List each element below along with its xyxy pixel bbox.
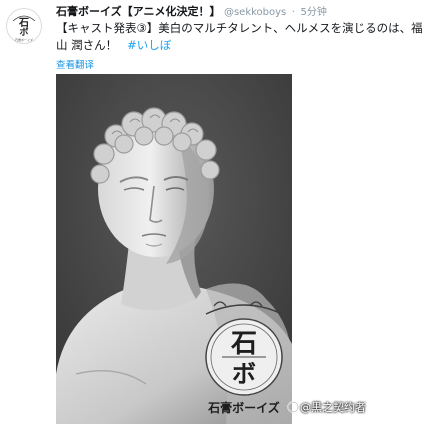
emblem-bottom-glyph: ボ [232, 359, 256, 388]
emblem-top-glyph: 石 [230, 329, 257, 359]
image-watermark: @黒之契约者 [300, 401, 366, 414]
weibo-watermark-icon [287, 401, 299, 413]
user-handle[interactable]: @sekkoboys [224, 7, 286, 18]
tweet-card: 石 ボ 石膏ボーイズ 石膏ボーイズ【アニメ化決定！】 @sekkoboys · … [0, 0, 440, 424]
hashtag-link[interactable]: #いしぼ [127, 38, 171, 52]
translate-link[interactable]: 查看翻译 [56, 57, 94, 71]
tweet-text: 【キャスト発表③】美白のマルチタレント、ヘルメスを演じるのは、福 山 潤さん！ #… [56, 20, 434, 54]
avatar-middle-glyph: ボ [19, 26, 28, 38]
display-name[interactable]: 石膏ボーイズ【アニメ化決定！】 [56, 5, 220, 18]
avatar-caption: 石膏ボーイズ [15, 37, 33, 42]
timestamp[interactable]: 5分钟 [300, 7, 326, 18]
tweet-header: 石膏ボーイズ【アニメ化決定！】 @sekkoboys · 5分钟 [56, 4, 434, 20]
avatar[interactable]: 石 ボ 石膏ボーイズ [6, 8, 42, 44]
tweet-text-line-1: 【キャスト発表③】美白のマルチタレント、ヘルメスを演じるのは、福 [56, 21, 423, 35]
avatar-logo-icon: 石 ボ 石膏ボーイズ [8, 10, 40, 42]
separator-dot: · [291, 7, 295, 18]
tweet-photo[interactable]: 石 ボ 石膏ボーイズ [56, 74, 292, 424]
plaster-statue-image: 石 ボ 石膏ボーイズ [56, 74, 292, 424]
tweet-text-line-2: 山 潤さん！ [56, 38, 118, 52]
emblem-caption: 石膏ボーイズ [207, 400, 280, 415]
